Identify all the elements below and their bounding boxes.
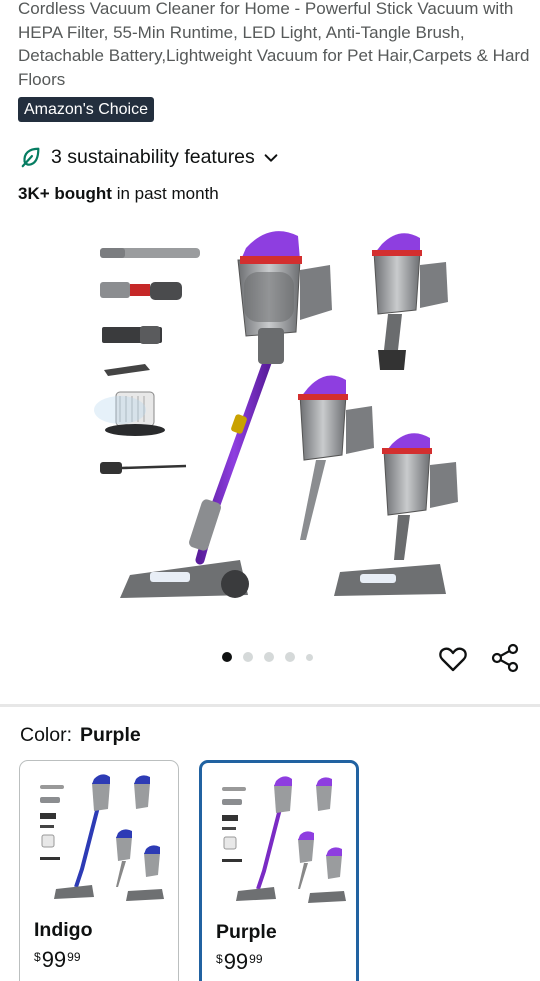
color-option-name: Indigo <box>34 919 93 941</box>
short-stick-vacuum <box>334 433 458 596</box>
heart-icon[interactable] <box>438 644 468 674</box>
leaf-icon <box>21 147 40 168</box>
pagination-dot[interactable] <box>264 652 274 662</box>
color-option-price: $99 99 <box>216 949 263 975</box>
chevron-down-icon <box>264 154 278 162</box>
handheld-brush <box>372 233 448 370</box>
bought-suffix: in past month <box>111 184 219 203</box>
sustainability-features-toggle[interactable]: 3 sustainability features <box>20 143 280 171</box>
product-image[interactable] <box>0 210 540 630</box>
accessories <box>94 248 200 474</box>
handheld-crevice <box>298 375 374 540</box>
image-pagination[interactable] <box>222 652 324 662</box>
pagination-dot[interactable] <box>243 652 253 662</box>
share-icon[interactable] <box>491 643 521 673</box>
color-option-purple[interactable]: Purple $99 99 <box>199 760 359 981</box>
product-title: Cordless Vacuum Cleaner for Home - Power… <box>18 0 530 89</box>
price-fraction: 99 <box>67 950 81 964</box>
price-whole: 99 <box>223 949 249 974</box>
indigo-thumbnail <box>40 774 164 901</box>
bought-count: 3K+ bought <box>18 184 112 203</box>
color-option-price: $99 99 <box>34 947 81 973</box>
amazons-choice-badge[interactable]: Amazon's Choice <box>18 97 154 122</box>
pagination-dot[interactable] <box>285 652 295 662</box>
purple-thumbnail <box>222 776 346 903</box>
section-divider <box>0 704 540 707</box>
color-option-indigo[interactable]: Indigo $99 99 <box>19 760 179 981</box>
bought-in-past-month: 3K+ bought in past month <box>18 183 219 205</box>
color-option-name: Purple <box>216 921 277 943</box>
pagination-dot[interactable] <box>306 653 313 661</box>
pagination-dot[interactable] <box>222 652 232 662</box>
selected-color: Purple <box>80 724 141 746</box>
color-label: Color: <box>20 724 73 746</box>
price-whole: 99 <box>41 947 67 972</box>
sustainability-label: 3 sustainability features <box>51 145 255 168</box>
color-selector-label: Color: Purple <box>20 724 141 747</box>
price-fraction: 99 <box>249 952 263 966</box>
price-currency: $ <box>216 952 223 966</box>
price-currency: $ <box>34 950 41 964</box>
